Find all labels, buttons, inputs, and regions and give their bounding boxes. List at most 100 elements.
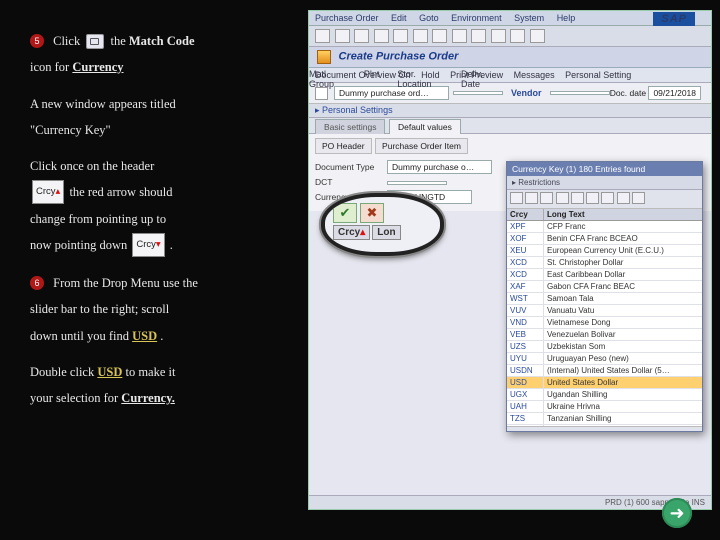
col-crcy[interactable]: Crcy▴ — [333, 225, 370, 240]
docdate-label: Doc. date — [610, 88, 646, 98]
step-badge-5: 5 — [30, 34, 44, 48]
txt: the red arrow should — [69, 185, 172, 199]
title-bar: Create Purchase Order — [309, 47, 711, 68]
usd-link: USD — [132, 329, 157, 343]
first-icon[interactable] — [452, 29, 467, 43]
print-icon[interactable] — [413, 29, 428, 43]
subtab-item[interactable]: Purchase Order Item — [375, 138, 468, 154]
step-6: 6 From the Drop Menu use the slider bar … — [30, 270, 282, 411]
doctype-field[interactable]: Dummy purchase o… — [387, 160, 492, 174]
sap-logo: SAP — [653, 12, 695, 26]
popup-toolbar — [507, 190, 702, 209]
list-item[interactable]: XCDSt. Christopher Dollar — [507, 257, 702, 269]
personal-settings-bar: ▸ Personal Settings — [309, 104, 711, 118]
list-item[interactable]: USDN(Internal) United States Dollar (5… — [507, 365, 702, 377]
list-item[interactable]: UZSUzbekistan Som — [507, 341, 702, 353]
menu-item[interactable]: Edit — [391, 13, 407, 23]
vendor-field[interactable] — [550, 91, 610, 95]
screenshot-panel: Purchase Order Edit Goto Environment Sys… — [300, 0, 720, 540]
list-item[interactable]: WSTSamoan Tala — [507, 293, 702, 305]
popup-footer — [507, 427, 702, 431]
check-icon[interactable] — [510, 192, 523, 204]
menu-item[interactable]: Help — [557, 13, 576, 23]
list-item[interactable]: VUVVanuatu Vatu — [507, 305, 702, 317]
filter-icon[interactable] — [525, 192, 538, 204]
toolbar-secondary: Document Overview On Hold Print Preview … — [309, 68, 711, 83]
help-icon[interactable] — [530, 29, 545, 43]
match-code-icon — [86, 34, 104, 49]
next-icon[interactable] — [491, 29, 506, 43]
menu-item[interactable]: Purchase Order — [315, 13, 379, 23]
crcy-header-down: Crcy▾ — [132, 233, 164, 257]
cancel-icon[interactable] — [393, 29, 408, 43]
check-icon[interactable]: ✔ — [333, 203, 357, 223]
list-item[interactable]: XOFBenin CFA Franc BCEAO — [507, 233, 702, 245]
list-item[interactable]: VNDVietnamese Dong — [507, 317, 702, 329]
sum-icon[interactable] — [571, 192, 584, 204]
usd-link-2: USD — [97, 365, 122, 379]
txt: the — [110, 34, 128, 48]
col-longtext[interactable]: Long Text — [544, 209, 702, 220]
col-crcy[interactable]: Crcy — [507, 209, 544, 220]
list-item[interactable]: UYUUruguayan Peso (new) — [507, 353, 702, 365]
prev-icon[interactable] — [471, 29, 486, 43]
close-icon[interactable] — [632, 192, 645, 204]
list-item[interactable]: XAFGabon CFA Franc BEAC — [507, 281, 702, 293]
find-icon[interactable] — [432, 29, 447, 43]
list-item[interactable]: TZSTanzanian Shilling — [507, 413, 702, 425]
exit-icon[interactable] — [374, 29, 389, 43]
subtab-header[interactable]: PO Header — [315, 138, 372, 154]
print-icon[interactable] — [601, 192, 614, 204]
sort-icon[interactable] — [540, 192, 553, 204]
kv-label: Document Type — [315, 162, 387, 172]
txt: down until you find — [30, 329, 132, 343]
txt: to make it — [125, 365, 175, 379]
tb-btn[interactable]: Messages — [514, 70, 555, 80]
menu-item[interactable]: System — [514, 13, 544, 23]
txt: icon for — [30, 60, 72, 74]
txt: your selection for — [30, 391, 121, 405]
txt: From the Drop Menu use the — [53, 276, 198, 290]
menu-item[interactable]: Goto — [419, 13, 439, 23]
popup-title: Currency Key (1) 180 Entries found — [507, 162, 702, 176]
list-item[interactable]: UAHUkraine Hrivna — [507, 401, 702, 413]
list-item[interactable]: XPFCFP Franc — [507, 221, 702, 233]
col-long[interactable]: Lon — [372, 225, 400, 240]
tb-btn[interactable]: Personal Setting — [565, 70, 631, 80]
step-5: 5 Click the Match Code icon for Currency… — [30, 28, 282, 258]
popup-list[interactable]: XPFCFP FrancXOFBenin CFA Franc BCEAOXEUE… — [507, 221, 702, 427]
tab-row: Basic settings Default values — [309, 118, 711, 134]
save-icon[interactable] — [335, 29, 350, 43]
docdate-field[interactable]: 09/21/2018 — [648, 86, 701, 100]
ok-icon[interactable] — [315, 29, 330, 43]
cube-icon — [317, 50, 331, 64]
tab-default[interactable]: Default values — [389, 119, 461, 134]
list-item[interactable]: XCDEast Caribbean Dollar — [507, 269, 702, 281]
tab-basic[interactable]: Basic settings — [315, 119, 385, 134]
menu-item[interactable]: Environment — [451, 13, 502, 23]
toolbar-primary — [309, 26, 711, 47]
find-icon[interactable] — [556, 192, 569, 204]
bold-matchcode: Match Code — [129, 34, 195, 48]
popup-restrict: ▸ Restrictions — [507, 176, 702, 190]
list-item[interactable]: VEBVenezuelan Bolivar — [507, 329, 702, 341]
list-item[interactable]: USDUnited States Dollar5 — [507, 377, 702, 389]
list-item[interactable]: XEUEuropean Currency Unit (E.C.U.) — [507, 245, 702, 257]
vendor-label: Vendor — [511, 88, 542, 98]
currency-link-2: Currency. — [121, 391, 175, 405]
txt: "Currency Key" — [30, 123, 111, 137]
export-icon[interactable] — [586, 192, 599, 204]
crcy-header-up: Crcy▴ — [32, 180, 64, 204]
step-badge-6: 6 — [30, 276, 44, 290]
po-number-field[interactable] — [453, 91, 503, 95]
dct-field[interactable] — [387, 181, 447, 185]
status-bar: PRD (1) 600 sapprod2a INS — [309, 495, 711, 509]
layout-icon[interactable] — [617, 192, 630, 204]
list-item[interactable]: UGXUgandan Shilling — [507, 389, 702, 401]
cancel-icon[interactable]: ✖ — [360, 203, 384, 223]
txt: Double click — [30, 365, 97, 379]
next-slide-button[interactable]: ➜ — [662, 498, 692, 528]
txt: now pointing down — [30, 238, 130, 252]
last-icon[interactable] — [510, 29, 525, 43]
back-icon[interactable] — [354, 29, 369, 43]
